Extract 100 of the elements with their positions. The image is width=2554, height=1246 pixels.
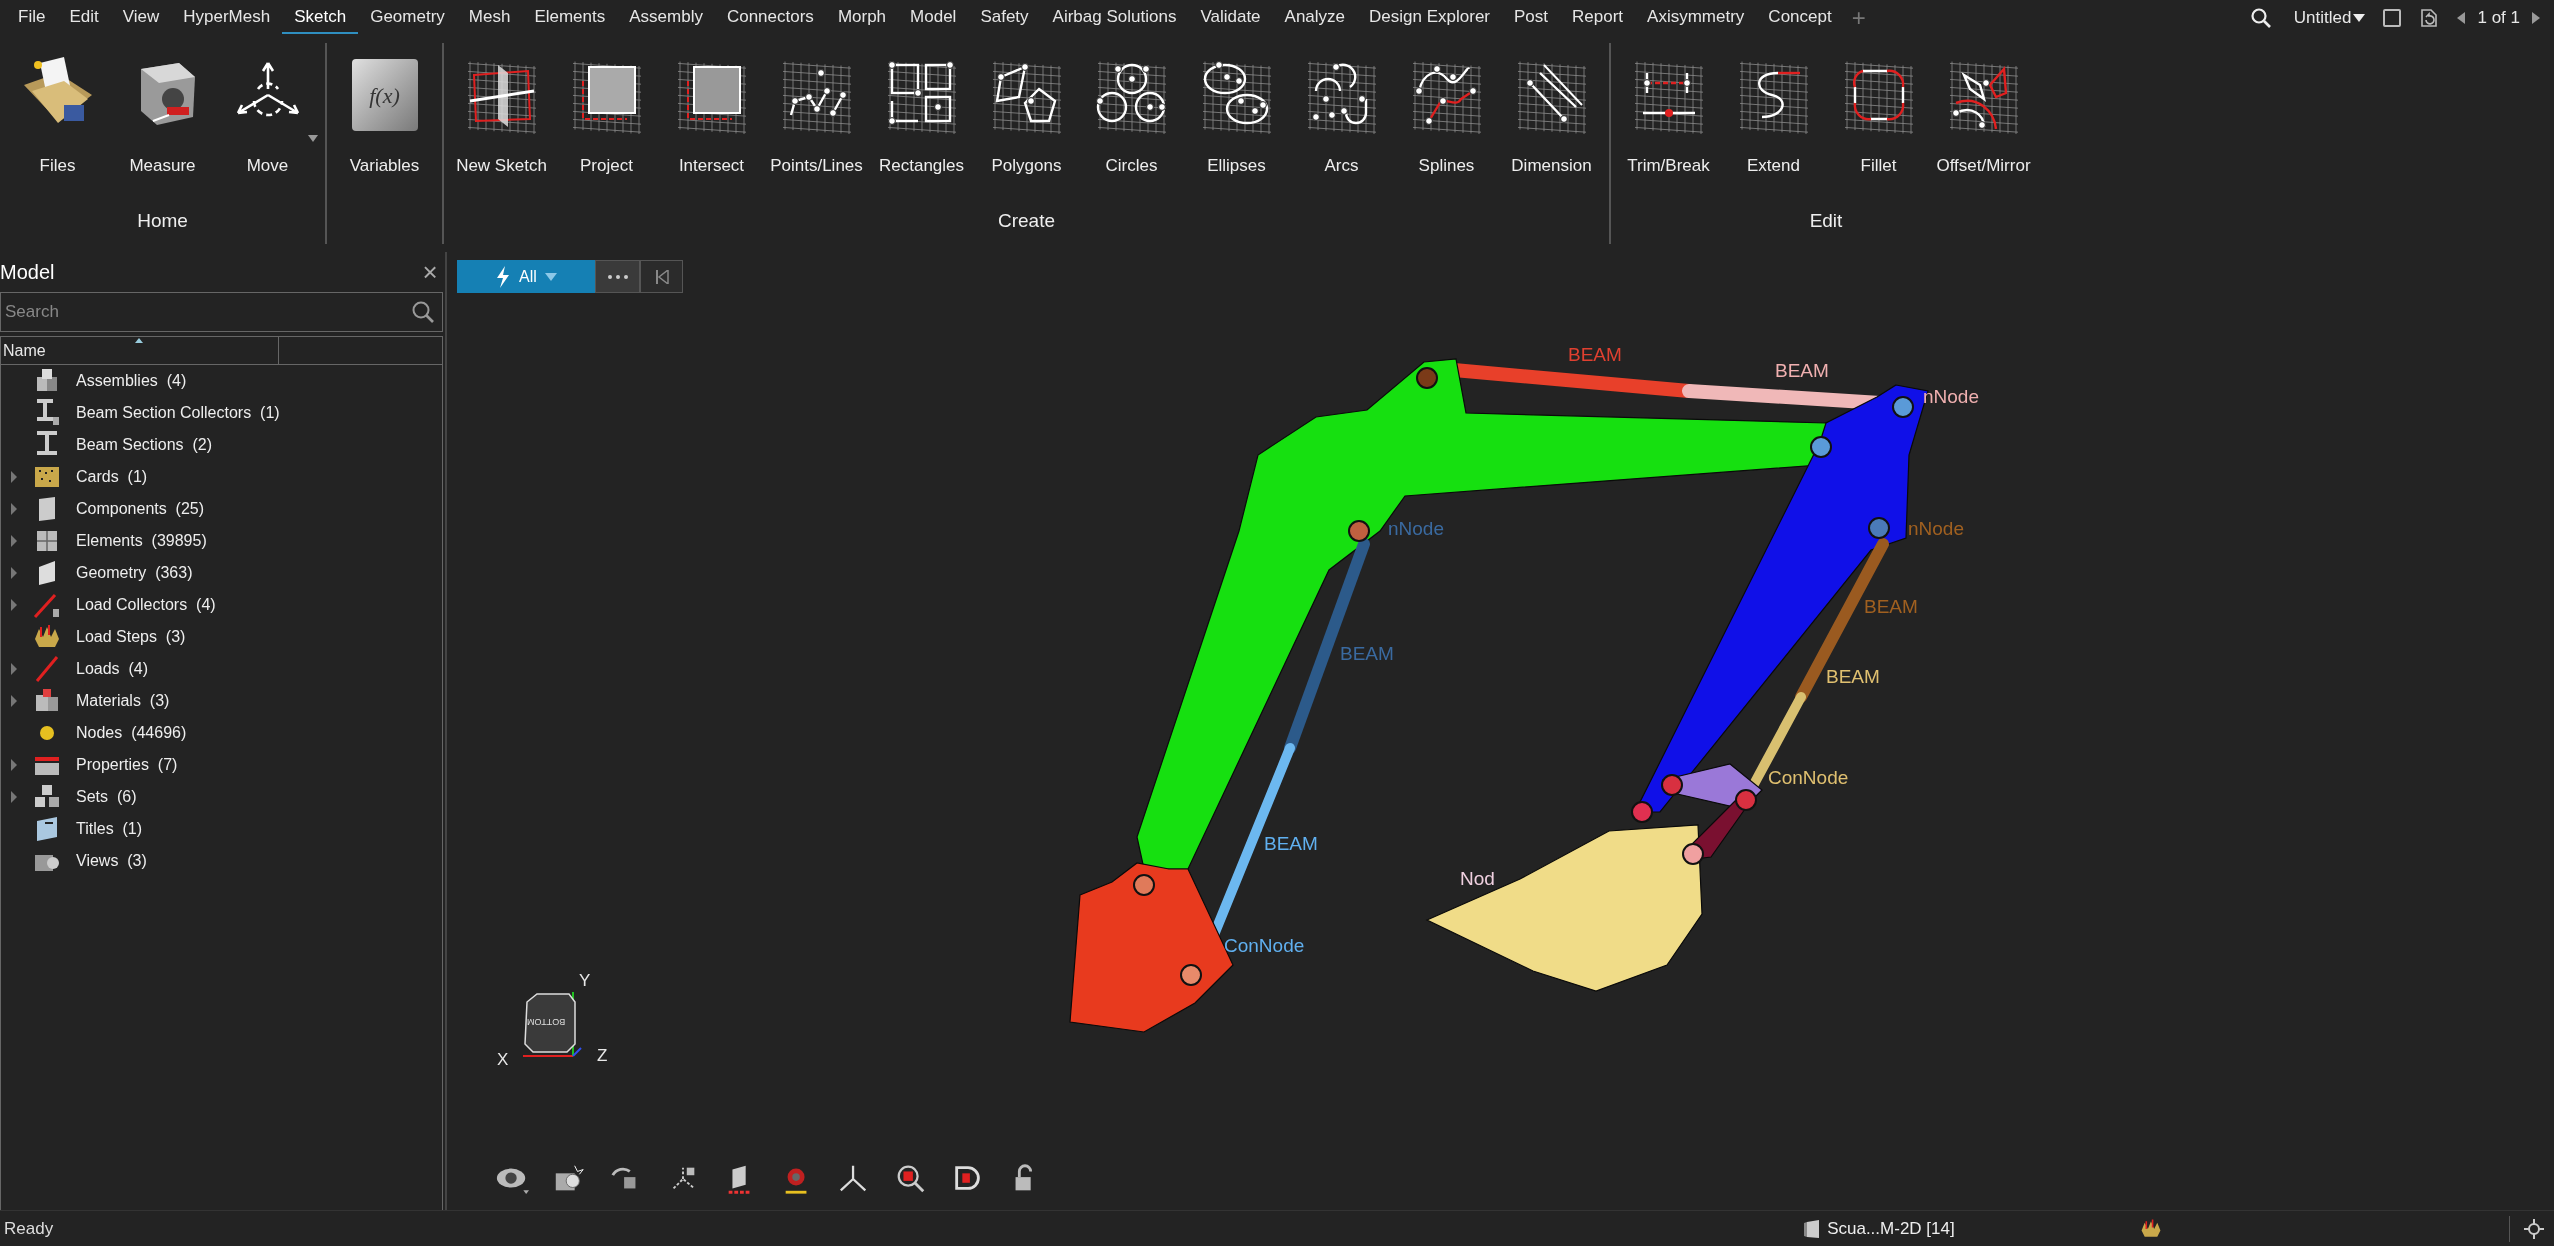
model-label: BEAM — [1826, 666, 1880, 688]
ribbon-button[interactable]: Move — [215, 35, 320, 179]
model-label: BEAM — [1775, 360, 1829, 382]
tree-item[interactable]: Load Steps (3) — [1, 621, 442, 653]
tree-item[interactable]: Beam Sections (2) — [1, 429, 442, 461]
crosshair-icon[interactable] — [2524, 1218, 2544, 1239]
menu-tab[interactable]: Elements — [522, 1, 618, 34]
menu-tab[interactable]: Model — [898, 1, 969, 34]
ribbon-button[interactable]: Project — [554, 35, 659, 179]
tree-item[interactable]: Assemblies (4) — [1, 365, 442, 397]
menu-tab[interactable]: HyperMesh — [171, 1, 283, 34]
tree-item[interactable]: Components (25) — [1, 493, 442, 525]
menu-tab[interactable]: File — [6, 1, 58, 34]
ribbon-button[interactable]: Intersect — [659, 35, 764, 179]
previous-page-icon[interactable] — [2457, 11, 2466, 24]
menu-tab[interactable]: Axisymmetry — [1635, 1, 1757, 34]
session-dropdown[interactable]: Untitled — [2293, 4, 2366, 31]
page-history-icon[interactable] — [2419, 7, 2440, 28]
search-field[interactable]: Search — [0, 292, 443, 332]
square-icon[interactable] — [2383, 8, 2402, 27]
cube-face-label: BOTTOM — [527, 1015, 566, 1028]
tree-item[interactable]: Loads (4) — [1, 653, 442, 685]
menu-tab[interactable]: Analyze — [1272, 1, 1358, 34]
tree-item[interactable]: Nodes (44696) — [1, 717, 442, 749]
add-tab-button[interactable]: + — [1843, 0, 1874, 36]
caret-icon — [2353, 13, 2366, 22]
collapse-arrow-icon — [654, 269, 669, 284]
ribbon-button[interactable]: Circles — [1079, 35, 1184, 179]
page-counter: 1 of 1 — [2477, 6, 2520, 29]
ribbon-button[interactable]: Files — [5, 35, 110, 179]
model-label: BEAM — [1340, 643, 1394, 665]
menu-tab[interactable]: Safety — [968, 1, 1041, 34]
tree-item[interactable]: Load Collectors (4) — [1, 589, 442, 621]
menu-tab[interactable]: Airbag Solutions — [1040, 1, 1189, 34]
sort-icon — [135, 338, 143, 343]
function-tile-icon: f(x) — [351, 59, 418, 131]
ribbon-button[interactable]: f(x) Variables — [332, 35, 437, 179]
tree-item[interactable]: Properties (7) — [1, 749, 442, 781]
menu-tab[interactable]: Assembly — [617, 1, 715, 34]
status-message: Ready — [4, 1217, 54, 1240]
filter-dropdown[interactable]: All — [457, 260, 595, 293]
ribbon-button[interactable]: Fillet — [1826, 35, 1931, 179]
menu-tab[interactable]: Geometry — [358, 1, 457, 34]
caret-icon[interactable] — [308, 135, 318, 142]
model-label: nNode — [1923, 386, 1979, 408]
ribbon-button[interactable]: Dimension — [1499, 35, 1604, 179]
menu-tab[interactable]: View — [110, 1, 172, 34]
close-button[interactable]: × — [417, 259, 443, 285]
menu-tab[interactable]: Report — [1560, 1, 1636, 34]
ribbon-button[interactable]: Points/Lines — [764, 35, 869, 179]
tree-item[interactable]: Geometry (363) — [1, 557, 442, 589]
ribbon-button[interactable]: Offset/Mirror — [1931, 35, 2036, 179]
axis-label: X — [497, 1049, 509, 1071]
next-page-icon[interactable] — [2532, 11, 2540, 24]
ribbon-button[interactable]: New Sketch — [449, 35, 554, 179]
tree-item[interactable]: Materials (3) — [1, 685, 442, 717]
axis-label: Y — [579, 970, 591, 992]
menu-tab[interactable]: Edit — [57, 1, 111, 34]
tree-item[interactable]: Sets (6) — [1, 781, 442, 813]
model-label: ConNode — [1768, 767, 1849, 789]
search-icon[interactable] — [2249, 6, 2272, 29]
ribbon-group-label: Home — [137, 208, 188, 233]
model-file-label[interactable]: Scua...M-2D [14] — [1803, 1215, 1955, 1242]
tree-item[interactable]: Elements (39895) — [1, 525, 442, 557]
more-options-button[interactable] — [595, 260, 640, 293]
panel-title: Model — [0, 260, 55, 285]
ribbon-button[interactable]: Ellipses — [1184, 35, 1289, 179]
ribbon-button[interactable]: Trim/Break — [1616, 35, 1721, 179]
menu-tab[interactable]: Morph — [825, 1, 899, 34]
model-label: Nod — [1460, 868, 1495, 890]
collapse-button[interactable] — [640, 260, 683, 293]
tree-item[interactable]: Titles (1) — [1, 813, 442, 845]
menu-tab[interactable]: Design Explorer — [1357, 1, 1502, 34]
ribbon-group-label: Create — [998, 208, 1055, 233]
search-icon[interactable] — [411, 300, 435, 324]
menu-tab[interactable]: Concept — [1756, 1, 1844, 34]
menu-tab[interactable]: Post — [1502, 1, 1561, 34]
model-label: BEAM — [1864, 596, 1918, 618]
ribbon-button[interactable]: Measure — [110, 35, 215, 179]
tree-item[interactable]: Cards (1) — [1, 461, 442, 493]
ribbon-button[interactable]: Splines — [1394, 35, 1499, 179]
crown-icon[interactable] — [2139, 1217, 2163, 1240]
menu-tab[interactable]: Connectors — [714, 1, 826, 34]
axis-label: Z — [597, 1045, 608, 1067]
column-header[interactable]: Name — [1, 337, 279, 364]
menu-tab[interactable]: Mesh — [456, 1, 523, 34]
panel-icon — [1803, 1218, 1822, 1239]
ribbon-button[interactable]: Extend — [1721, 35, 1826, 179]
ribbon-button[interactable]: Rectangles — [869, 35, 974, 179]
lightning-icon — [495, 265, 512, 288]
model-label: nNode — [1908, 518, 1964, 540]
ribbon-button[interactable]: Arcs — [1289, 35, 1394, 179]
tree-item[interactable]: Views (3) — [1, 845, 442, 877]
tree-item[interactable]: Beam Section Collectors (1) — [1, 397, 442, 429]
model-label: ConNode — [1224, 935, 1305, 957]
ribbon-group-label: Edit — [1809, 208, 1843, 233]
menu-tab[interactable]: Validate — [1188, 1, 1273, 34]
ribbon-button[interactable]: Polygons — [974, 35, 1079, 179]
caret-icon — [544, 272, 557, 281]
model-label: nNode — [1388, 518, 1444, 540]
